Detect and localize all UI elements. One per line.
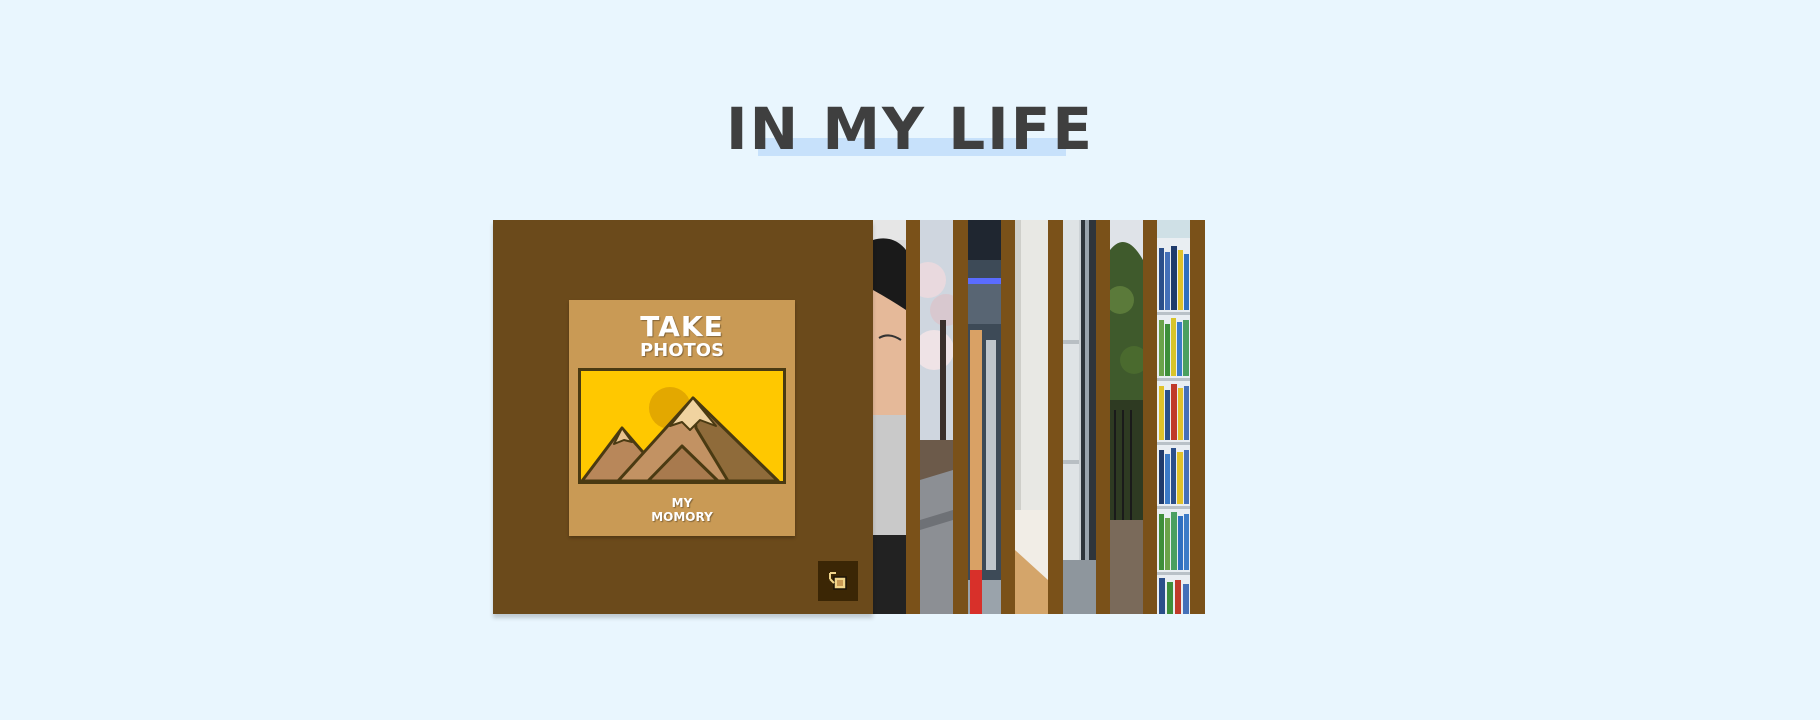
- page-header: IN MY LIFE: [0, 100, 1820, 158]
- cherry-blossom-path-strip[interactable]: [920, 220, 953, 614]
- bookshelf-photo: [1157, 220, 1190, 614]
- toggle-gallery-icon: [829, 572, 847, 590]
- bookshelf-strip[interactable]: [1157, 220, 1190, 614]
- interior-photo: [968, 220, 1001, 614]
- page-title: IN MY LIFE: [726, 100, 1094, 158]
- poster-subtitle: PHOTOS: [639, 340, 725, 361]
- mountain-sun-icon: [578, 368, 786, 484]
- photo-gallery: TAKE PHOTOS MY MOMORY: [493, 220, 1205, 614]
- portrait-photo-strip[interactable]: [873, 220, 906, 614]
- indoor-hallway-strip[interactable]: [968, 220, 1001, 614]
- toggle-gallery-button[interactable]: [818, 561, 858, 601]
- window-frame-strip[interactable]: [1063, 220, 1096, 614]
- take-photos-poster: TAKE PHOTOS MY MOMORY: [569, 300, 795, 536]
- person-photo: [873, 220, 906, 614]
- garden-photo: [1110, 220, 1143, 614]
- tree-photo: [920, 220, 953, 614]
- poster-caption-line1: MY: [671, 496, 693, 510]
- wall-corner-strip[interactable]: [1015, 220, 1048, 614]
- poster-caption: MY MOMORY: [569, 496, 795, 524]
- page-title-text: IN MY LIFE: [726, 95, 1094, 163]
- poster-title: TAKE: [640, 310, 724, 343]
- garden-trees-strip[interactable]: [1110, 220, 1143, 614]
- poster-caption-line2: MOMORY: [651, 510, 713, 524]
- window-photo: [1063, 220, 1096, 614]
- cover-panel[interactable]: TAKE PHOTOS MY MOMORY: [493, 220, 873, 614]
- wall-photo: [1015, 220, 1048, 614]
